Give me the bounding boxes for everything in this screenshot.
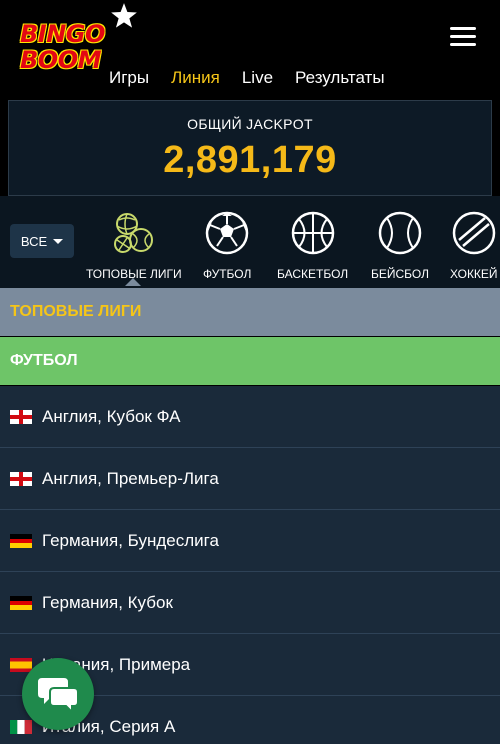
- all-sports-label: ВСЕ: [20, 233, 48, 249]
- chat-icon: [38, 678, 79, 714]
- league-label: Германия, Кубок: [42, 592, 173, 612]
- logo-line-2: BOOM: [20, 46, 101, 74]
- sport-baseball[interactable]: БЕЙСБОЛ: [371, 210, 429, 281]
- sport-football[interactable]: ФУТБОЛ: [203, 210, 251, 281]
- germany-flag-icon: [10, 533, 32, 548]
- section-top-leagues[interactable]: ТОПОВЫЕ ЛИГИ: [0, 288, 500, 336]
- sports-strip: ВСЕ ТОПОВЫЕ ЛИГИ ФУТБОЛ БАСКЕТБОЛ БЕЙСБО…: [0, 196, 500, 288]
- nav-item-line[interactable]: Линия: [171, 68, 220, 88]
- menu-icon[interactable]: [450, 27, 476, 47]
- list-item[interactable]: Англия, Кубок ФА: [0, 386, 500, 448]
- sport-basketball[interactable]: БАСКЕТБОЛ: [277, 210, 348, 281]
- chat-button[interactable]: [22, 658, 94, 730]
- nav-item-live[interactable]: Live: [242, 68, 273, 88]
- star-icon: [111, 3, 137, 28]
- sport-label: ФУТБОЛ: [203, 267, 252, 281]
- football-icon: [205, 211, 249, 255]
- england-flag-icon: [10, 409, 32, 424]
- league-label: Англия, Кубок ФА: [42, 406, 181, 426]
- league-label: Германия, Бундеслига: [42, 530, 219, 550]
- sport-label: БАСКЕТБОЛ: [277, 267, 349, 281]
- caret-down-icon: [53, 238, 64, 244]
- germany-flag-icon: [10, 595, 32, 610]
- list-item[interactable]: Германия, Кубок: [0, 572, 500, 634]
- bingoboom-logo[interactable]: BINGO BOOM: [20, 22, 110, 74]
- main-nav: Игры Линия Live Результаты: [109, 68, 385, 88]
- top-leagues-icon: [113, 213, 153, 253]
- list-item[interactable]: Германия, Бундеслига: [0, 510, 500, 572]
- sport-label: ХОККЕЙ: [450, 267, 498, 281]
- hockey-icon: [452, 211, 496, 255]
- jackpot-label: ОБЩИЙ JACKPOT: [187, 116, 313, 132]
- jackpot-value: 2,891,179: [163, 139, 337, 181]
- league-label: Англия, Премьер-Лига: [42, 468, 219, 488]
- jackpot-panel: ОБЩИЙ JACKPOT 2,891,179: [8, 100, 492, 196]
- all-sports-dropdown[interactable]: ВСЕ: [10, 224, 74, 258]
- england-flag-icon: [10, 471, 32, 486]
- section-football[interactable]: ФУТБОЛ: [0, 337, 500, 385]
- basketball-icon: [291, 211, 334, 255]
- selected-sport-pointer: [125, 278, 141, 286]
- spain-flag-icon: [10, 657, 32, 672]
- sport-hockey[interactable]: ХОККЕЙ: [450, 210, 498, 281]
- header: BINGO BOOM Игры Линия Live Результаты: [0, 0, 500, 98]
- nav-item-games[interactable]: Игры: [109, 68, 149, 88]
- nav-item-results[interactable]: Результаты: [295, 68, 385, 88]
- baseball-icon: [378, 211, 422, 255]
- list-item[interactable]: Англия, Премьер-Лига: [0, 448, 500, 510]
- sport-top-leagues[interactable]: ТОПОВЫЕ ЛИГИ: [86, 210, 182, 281]
- sport-label: БЕЙСБОЛ: [371, 267, 429, 281]
- italy-flag-icon: [10, 719, 32, 734]
- logo-line-1: BINGO: [20, 20, 105, 48]
